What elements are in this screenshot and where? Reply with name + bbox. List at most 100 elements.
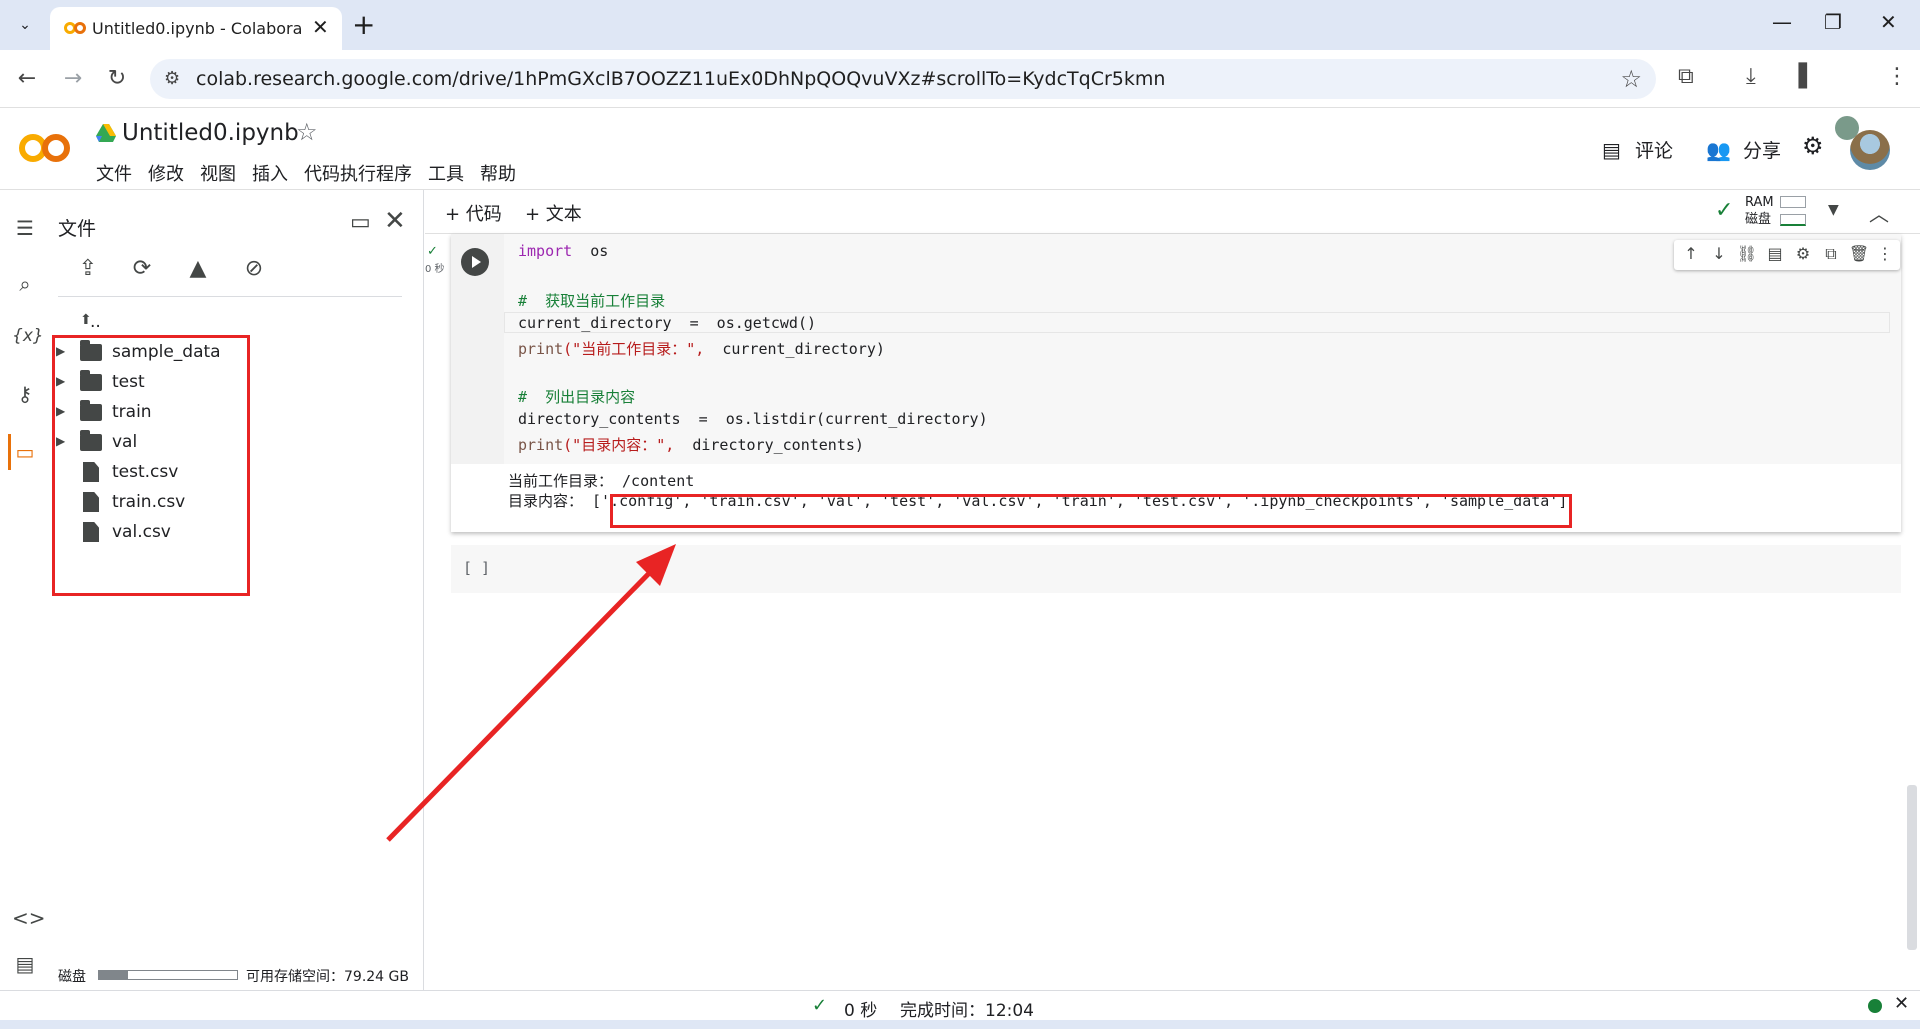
- bookmark-star-icon[interactable]: ☆: [1620, 65, 1642, 93]
- link-icon[interactable]: ⛓: [1736, 244, 1758, 266]
- notebook-title[interactable]: Untitled0.ipynb: [122, 120, 299, 146]
- secrets-key-icon[interactable]: ⚷: [12, 382, 38, 408]
- menu-view[interactable]: 视图: [192, 160, 244, 186]
- collapse-header-icon[interactable]: ︿: [1869, 198, 1889, 227]
- browser-toolbar: ← → ↻ ⚙ colab.research.google.com/drive/…: [0, 50, 1920, 140]
- browser-tab[interactable]: Untitled0.ipynb - Colaboratory ✕: [50, 7, 342, 50]
- disk-usage-bar: [98, 970, 238, 980]
- table-of-contents-icon[interactable]: ☰: [12, 216, 38, 242]
- code-string: ("目录内容：",: [563, 436, 675, 454]
- run-cell-button[interactable]: [461, 248, 489, 276]
- tab-close-icon[interactable]: ✕: [312, 15, 329, 39]
- terminal-icon[interactable]: ▤: [12, 952, 38, 978]
- tree-item-name: ..: [90, 312, 101, 332]
- code-editor[interactable]: import os # 获取当前工作目录 current_directory =…: [504, 234, 1901, 464]
- code-line-9: print("目录内容：", directory_contents): [518, 434, 864, 455]
- folder-icon[interactable]: ▭: [12, 440, 38, 466]
- user-avatar[interactable]: [1850, 130, 1890, 170]
- notebook-scrollbar[interactable]: [1907, 785, 1917, 950]
- status-completed-time[interactable]: 完成时间：12:04: [900, 996, 1034, 1021]
- open-in-new-window-icon[interactable]: ▭: [350, 210, 371, 235]
- mirror-cell-icon[interactable]: ⧉: [1820, 244, 1842, 266]
- code-snippets-icon[interactable]: <>: [12, 906, 46, 932]
- connected-check-icon: ✓: [1715, 198, 1734, 223]
- code-cell[interactable]: import os # 获取当前工作目录 current_directory =…: [451, 234, 1901, 532]
- share-label: 分享: [1742, 140, 1781, 162]
- annotation-arrow: [386, 544, 676, 842]
- forward-icon[interactable]: →: [56, 62, 90, 96]
- comment-icon[interactable]: ▤: [1764, 244, 1786, 266]
- menu-icon[interactable]: ⋮: [1886, 64, 1908, 89]
- tab-search-chevron-icon[interactable]: ⌄: [12, 12, 38, 38]
- star-icon[interactable]: ☆: [296, 118, 318, 146]
- move-down-icon[interactable]: ↓: [1708, 244, 1730, 266]
- arrow-shaft: [386, 556, 666, 842]
- code-line-1: import os: [518, 242, 608, 260]
- menu-bar: 文件 修改 视图 插入 代码执行程序 工具 帮助: [88, 160, 524, 186]
- disk-label: 磁盘: [58, 969, 86, 985]
- settings-gear-icon[interactable]: ⚙: [1802, 132, 1824, 160]
- disk-usage-footer: 磁盘 可用存储空间：79.24 GB: [58, 966, 418, 986]
- menu-edit[interactable]: 修改: [140, 160, 192, 186]
- comment-label: 评论: [1634, 140, 1673, 162]
- colab-logo-icon[interactable]: [18, 128, 72, 168]
- address-bar[interactable]: ⚙ colab.research.google.com/drive/1hPmGX…: [150, 59, 1656, 99]
- search-icon[interactable]: ⌕: [12, 272, 38, 298]
- sidepanel-icon[interactable]: ▐: [1790, 64, 1807, 89]
- people-icon: 👥: [1706, 138, 1731, 162]
- back-icon[interactable]: ←: [10, 62, 44, 96]
- share-button[interactable]: 👥 分享: [1706, 136, 1781, 163]
- code-keyword: import: [518, 242, 573, 260]
- code-text: current_directory): [704, 340, 885, 358]
- delete-icon[interactable]: 🗑: [1848, 244, 1870, 266]
- move-up-icon[interactable]: ↑: [1680, 244, 1702, 266]
- file-tree-highlight-box: [52, 335, 250, 596]
- menu-help[interactable]: 帮助: [472, 160, 524, 186]
- reload-icon[interactable]: ↻: [100, 62, 134, 96]
- add-code-button[interactable]: + 代码: [445, 200, 502, 226]
- close-panel-icon[interactable]: ✕: [384, 206, 406, 236]
- minimize-icon[interactable]: —: [1772, 10, 1792, 34]
- mount-drive-icon[interactable]: ▲: [184, 256, 212, 284]
- menu-runtime[interactable]: 代码执行程序: [296, 160, 420, 186]
- site-info-icon[interactable]: ⚙: [164, 68, 180, 89]
- status-close-icon[interactable]: ✕: [1894, 993, 1909, 1014]
- url-text[interactable]: colab.research.google.com/drive/1hPmGXcl…: [196, 68, 1165, 90]
- comment-icon: ▤: [1602, 138, 1621, 162]
- code-line-3: # 获取当前工作目录: [518, 292, 666, 310]
- window-close-icon[interactable]: ✕: [1880, 10, 1897, 34]
- ram-label: RAM: [1745, 195, 1774, 210]
- add-text-button[interactable]: + 文本: [525, 200, 582, 226]
- notebook-toolbar: + 代码 + 文本 ✓ RAM 磁盘 ▼ ︿: [425, 190, 1920, 234]
- exec-check-icon: ✓: [427, 244, 438, 259]
- tree-row-parent[interactable]: ⬆ ..: [56, 310, 256, 336]
- files-divider: [58, 296, 402, 297]
- upload-file-icon[interactable]: ⇪: [74, 256, 102, 284]
- cell-gutter: [451, 234, 504, 464]
- restore-icon[interactable]: ❐: [1824, 10, 1842, 34]
- download-icon[interactable]: ⤓: [1746, 64, 1756, 89]
- code-line-4: current_directory = os.getcwd(): [518, 314, 817, 332]
- variables-icon[interactable]: {x}: [12, 326, 44, 352]
- tab-title: Untitled0.ipynb - Colaboratory: [92, 19, 302, 38]
- resource-labels[interactable]: RAM 磁盘: [1745, 194, 1774, 228]
- menu-insert[interactable]: 插入: [244, 160, 296, 186]
- new-tab-button[interactable]: +: [352, 8, 375, 41]
- refresh-folder-icon[interactable]: ⟳: [128, 256, 156, 284]
- disk-usage-fill: [99, 971, 128, 979]
- status-bar: ✓ 0 秒 完成时间：12:04 ✕: [0, 990, 1920, 1021]
- exec-time: 0 秒: [425, 264, 445, 275]
- code-text: os: [572, 242, 609, 260]
- menu-file[interactable]: 文件: [88, 160, 140, 186]
- resource-dropdown-icon[interactable]: ▼: [1828, 202, 1839, 218]
- menu-tools[interactable]: 工具: [420, 160, 472, 186]
- colab-header: Untitled0.ipynb ☆ 文件 修改 视图 插入 代码执行程序 工具 …: [0, 108, 1920, 190]
- extensions-icon[interactable]: ⧉: [1678, 64, 1694, 89]
- disk-available-text: 可用存储空间：79.24 GB: [246, 969, 409, 985]
- connection-status-dot: [1868, 999, 1882, 1013]
- more-options-icon[interactable]: ⋮: [1874, 244, 1896, 266]
- cell-settings-icon[interactable]: ⚙: [1792, 244, 1814, 266]
- hide-files-icon[interactable]: ⊘: [240, 256, 268, 284]
- comment-button[interactable]: ▤ 评论: [1602, 136, 1673, 163]
- files-panel-title: 文件: [58, 218, 97, 240]
